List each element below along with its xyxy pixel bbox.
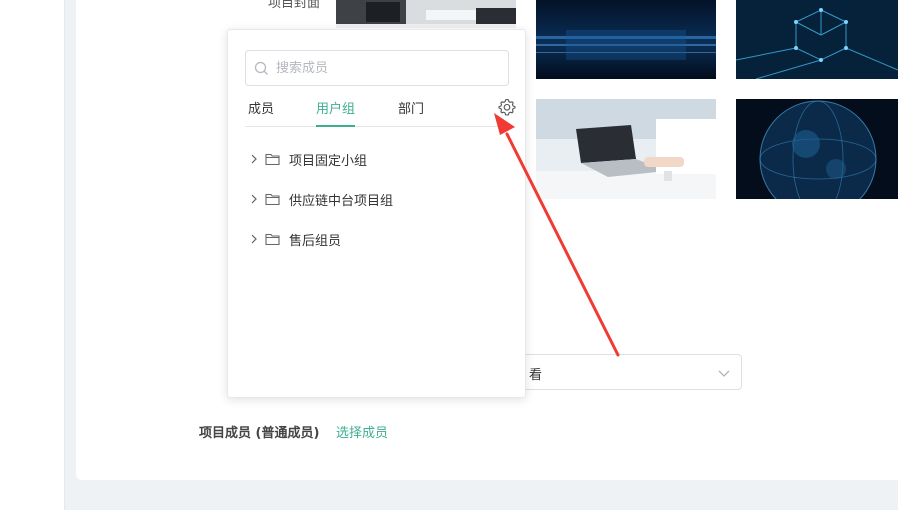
folder-icon: [265, 233, 280, 246]
member-search-box[interactable]: [245, 50, 509, 86]
permission-select-value: 看: [529, 368, 543, 383]
group-item-label: 项目固定小组: [289, 154, 368, 169]
gear-icon[interactable]: [498, 98, 516, 116]
folder-icon: [265, 193, 280, 206]
folder-icon: [265, 153, 280, 166]
tab-user-groups[interactable]: 用户组: [316, 98, 356, 127]
cover-thumbnail-network-cube[interactable]: [736, 0, 898, 79]
picker-tabs: 成员 用户组 部门: [245, 96, 516, 127]
chevron-down-icon: [718, 370, 730, 377]
permission-select[interactable]: 看: [500, 354, 742, 390]
project-members-label: 项目成员 (普通成员): [199, 426, 320, 441]
chevron-right-icon[interactable]: [248, 153, 260, 165]
member-search-input[interactable]: [276, 51, 501, 85]
group-item[interactable]: 售后组员: [248, 229, 498, 251]
cover-label: 项目封面: [268, 0, 321, 11]
select-members-link[interactable]: 选择成员: [336, 422, 388, 441]
left-nav-strip: [0, 0, 65, 510]
tab-departments[interactable]: 部门: [398, 98, 424, 127]
search-icon: [254, 61, 268, 75]
cover-thumbnail-blue-tech[interactable]: [536, 0, 716, 79]
tab-members[interactable]: 成员: [248, 98, 274, 127]
cover-thumbnail-office-desk[interactable]: [336, 0, 516, 28]
cover-thumbnail-laptop-typing[interactable]: [536, 99, 716, 199]
group-item-label: 售后组员: [289, 234, 342, 249]
chevron-right-icon[interactable]: [248, 193, 260, 205]
group-item[interactable]: 供应链中台项目组: [248, 189, 498, 211]
member-picker-popover: 成员 用户组 部门 项目固定小组 供应链中台项目组 售后组员: [227, 29, 526, 398]
cover-thumbnail-digital-globe[interactable]: [736, 99, 898, 199]
chevron-right-icon[interactable]: [248, 233, 260, 245]
group-item[interactable]: 项目固定小组: [248, 149, 498, 171]
group-item-label: 供应链中台项目组: [289, 194, 394, 209]
